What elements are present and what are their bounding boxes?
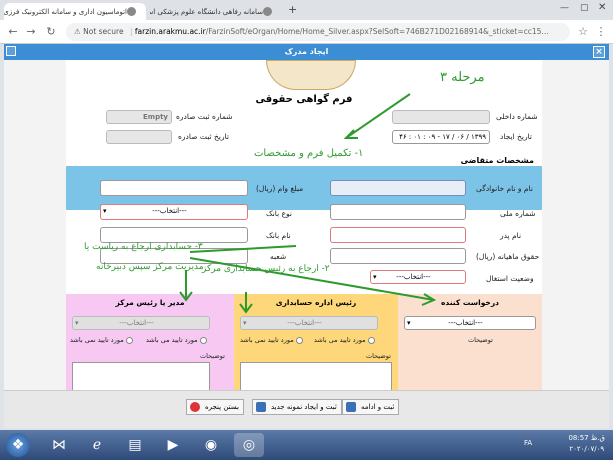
annotation-step-3: ۳- حسابداری ارجاع به ریاست یا [84,242,203,252]
folder-icon[interactable]: ▤ [120,433,150,457]
windows-taskbar: ❖ ⋈ ℯ ▤ ▶ ◉ ◎ FA 08:57 ق.ظ ۲۰۲۰/۰۷/۰۹ [0,430,613,460]
system-clock[interactable]: 08:57 ق.ظ ۲۰۲۰/۰۷/۰۹ [568,433,605,455]
start-button-icon[interactable]: ❖ [6,433,30,457]
chrome-icon[interactable]: ◎ [234,433,264,457]
ie-icon[interactable]: ℯ [82,433,112,457]
annotation-step-1: ۱- تکمیل فرم و مشخصات [254,148,364,159]
firefox-icon[interactable]: ◉ [196,433,226,457]
annotation-step-3b: مدیریت مرکز سپس دبیرخانه [96,262,204,272]
annotation-step: مرحله ۳ [440,70,485,85]
clock-date: ۲۰۲۰/۰۷/۰۹ [569,445,605,453]
annotation-arrows [179,93,437,314]
media-player-icon[interactable]: ▶ [158,433,188,457]
clock-time: 08:57 ق.ظ [568,434,605,442]
language-indicator[interactable]: FA [524,439,532,447]
visual-studio-icon[interactable]: ⋈ [44,433,74,457]
annotation-step-2: ۲- ارجاع به رئیس حسابداری مرکز [202,264,330,274]
